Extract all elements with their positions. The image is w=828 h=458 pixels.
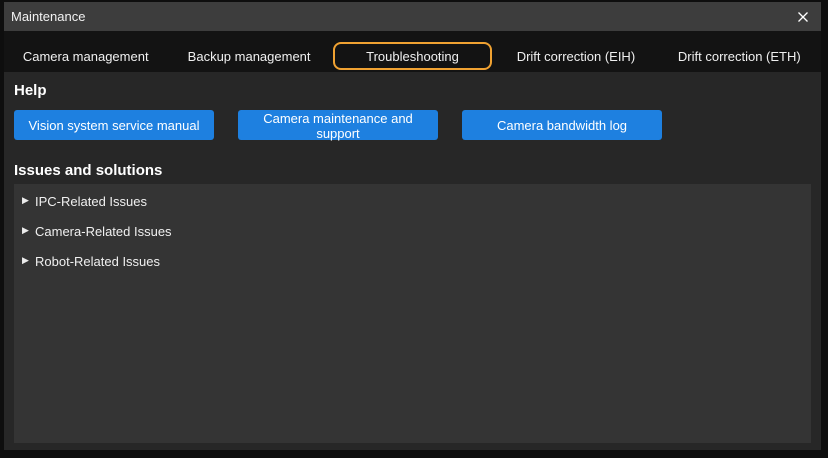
vision-system-service-manual-button[interactable]: Vision system service manual bbox=[14, 110, 214, 140]
issue-row-robot[interactable]: ▶ Robot-Related Issues bbox=[14, 246, 811, 276]
tab-backup-management[interactable]: Backup management bbox=[169, 42, 328, 70]
window-title: Maintenance bbox=[11, 9, 85, 24]
tab-troubleshooting[interactable]: Troubleshooting bbox=[333, 42, 492, 70]
issue-label: Camera-Related Issues bbox=[35, 224, 172, 239]
tab-camera-management[interactable]: Camera management bbox=[6, 42, 165, 70]
expander-collapsed-icon[interactable]: ▶ bbox=[22, 227, 35, 236]
expander-collapsed-icon[interactable]: ▶ bbox=[22, 197, 35, 206]
issues-panel: ▶ IPC-Related Issues ▶ Camera-Related Is… bbox=[14, 184, 811, 443]
tab-drift-correction-eih[interactable]: Drift correction (EIH) bbox=[496, 42, 655, 70]
tab-drift-correction-eth[interactable]: Drift correction (ETH) bbox=[660, 42, 819, 70]
close-icon bbox=[797, 11, 809, 23]
issue-row-camera[interactable]: ▶ Camera-Related Issues bbox=[14, 216, 811, 246]
issues-heading: Issues and solutions bbox=[14, 163, 811, 179]
camera-bandwidth-log-button[interactable]: Camera bandwidth log bbox=[462, 110, 662, 140]
expander-collapsed-icon[interactable]: ▶ bbox=[22, 257, 35, 266]
help-heading: Help bbox=[14, 83, 811, 99]
tab-bar: Camera management Backup management Trou… bbox=[4, 31, 821, 72]
issue-label: IPC-Related Issues bbox=[35, 194, 147, 209]
close-button[interactable] bbox=[791, 5, 815, 29]
camera-maintenance-and-support-button[interactable]: Camera maintenance and support bbox=[238, 110, 438, 140]
issue-label: Robot-Related Issues bbox=[35, 254, 160, 269]
help-button-row: Vision system service manual Camera main… bbox=[14, 110, 811, 140]
title-bar: Maintenance bbox=[4, 2, 821, 31]
issue-row-ipc[interactable]: ▶ IPC-Related Issues bbox=[14, 186, 811, 216]
maintenance-dialog: Maintenance Camera management Backup man… bbox=[0, 0, 828, 458]
content-area: Help Vision system service manual Camera… bbox=[4, 72, 821, 450]
